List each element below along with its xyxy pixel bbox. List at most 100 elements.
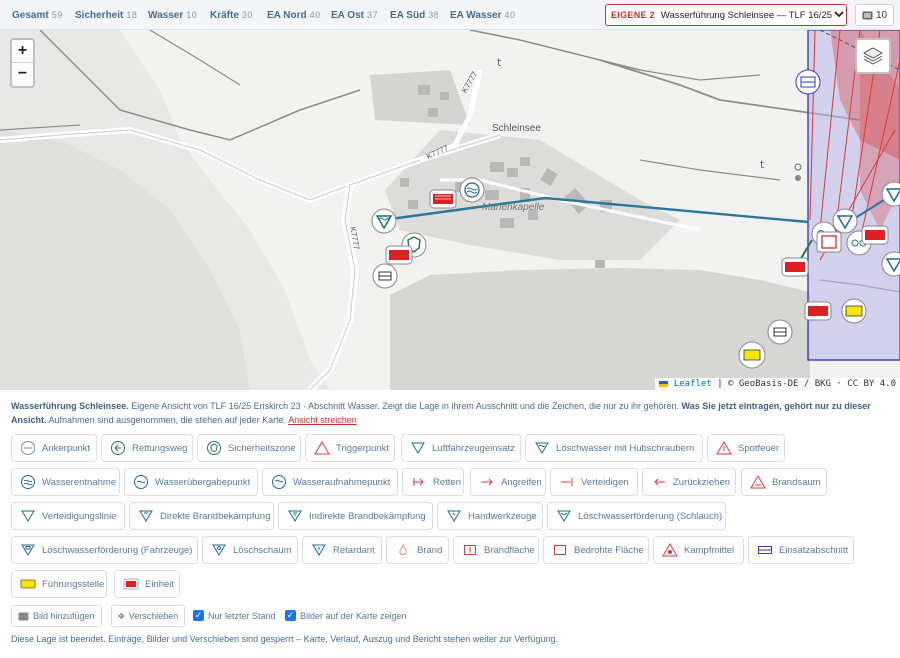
aircraft-icon (411, 442, 425, 454)
tab-ea-ost[interactable]: EA Ost 37 (331, 0, 378, 30)
command-post-icon[interactable] (840, 298, 868, 324)
symbol-button-retardant[interactable]: Retardant (302, 536, 382, 564)
unit-icon[interactable] (803, 299, 833, 323)
spot-fire-icon (716, 441, 732, 455)
sector-icon (758, 546, 772, 554)
last-state-checkbox[interactable]: ✓ Nur letzter Stand (193, 610, 276, 621)
symbol-label: Löschwasser mit Hubschraubern (556, 442, 695, 454)
safety-zone-icon (207, 441, 221, 455)
unit-icon[interactable] (428, 187, 458, 211)
tab-count: 40 (504, 10, 516, 20)
zoom-out-button[interactable]: − (12, 63, 33, 86)
leaflet-link[interactable]: Leaflet (674, 379, 712, 389)
symbol-button-defend-arrow[interactable]: Verteidigen (550, 468, 638, 496)
zoom-in-button[interactable]: + (12, 40, 33, 63)
symbol-button-water-transfer[interactable]: Wasserübergabepunkt (124, 468, 258, 496)
symbol-button-water-pickup[interactable]: Wasseraufnahmepunkt (262, 468, 398, 496)
image-count: 10 (875, 9, 888, 21)
unit-icon[interactable] (860, 223, 890, 247)
symbol-label: Direkte Brandbekämpfung (160, 510, 271, 522)
symbol-button-trigger-point[interactable]: Triggerpunkt (305, 434, 395, 462)
symbol-button-fire-area[interactable]: Brandfläche (453, 536, 539, 564)
helicopter-water-icon[interactable] (370, 207, 398, 235)
layers-button[interactable] (855, 38, 891, 74)
tab-ea-wasser[interactable]: EA Wasser 40 (450, 0, 516, 30)
fire-area-icon[interactable] (815, 230, 843, 254)
tab-label: EA Ost (331, 10, 364, 21)
sector-icon[interactable] (371, 262, 399, 290)
symbol-label: Verteidigen (581, 476, 629, 488)
tab-sicherheit[interactable]: Sicherheit 18 (75, 0, 137, 30)
delete-view-link[interactable]: Ansicht streichen (288, 415, 357, 425)
helicopter-water-icon (535, 442, 549, 454)
show-images-checkbox[interactable]: ✓ Bilder auf der Karte zeigen (285, 610, 407, 621)
sector-icon[interactable] (766, 318, 794, 346)
symbol-button-rescue-route[interactable]: Rettungsweg (101, 434, 193, 462)
symbol-button-hand-tools[interactable]: Handwerkzeuge (437, 502, 543, 530)
symbol-button-threatened-area[interactable]: Bedrohte Fläche (543, 536, 649, 564)
tab-count: 37 (366, 10, 378, 20)
checkbox-checked-icon[interactable]: ✓ (193, 610, 204, 621)
retardant-icon (312, 544, 326, 556)
checkbox-checked-icon[interactable]: ✓ (285, 610, 296, 621)
symbol-button-command-post[interactable]: Führungsstelle (11, 570, 107, 598)
add-image-button[interactable]: Bild hinzufügen (11, 605, 102, 627)
symbol-button-foam[interactable]: Löschschaum (202, 536, 298, 564)
tab-label: EA Nord (267, 10, 307, 21)
symbol-button-vehicle-supply[interactable]: Löschwasserförderung (Fahrzeuge) (11, 536, 198, 564)
symbol-label: Retten (433, 476, 461, 488)
symbol-button-unit[interactable]: Einheit (114, 570, 180, 598)
direct-attack-icon (139, 510, 153, 522)
chevron-down-icon (832, 10, 846, 21)
symbol-button-fire[interactable]: Brand (386, 536, 449, 564)
symbol-label: Sicherheitszone (228, 442, 296, 454)
sector-icon[interactable] (794, 68, 822, 96)
symbol-button-hose-supply[interactable]: Löschwasserförderung (Schlauch) (547, 502, 726, 530)
show-images-label: Bilder auf der Karte zeigen (300, 610, 407, 621)
symbol-label: Löschwasserförderung (Fahrzeuge) (42, 544, 193, 556)
symbol-button-aircraft[interactable]: Luftfahrzeugeinsatz (401, 434, 521, 462)
map[interactable]: t t Schleinsee Marienkapelle K7777 K7777… (0, 30, 900, 390)
tab-gesamt[interactable]: Gesamt 59 (12, 0, 63, 30)
command-post-icon[interactable] (737, 340, 767, 370)
tab-count: 18 (126, 10, 138, 20)
symbol-button-ordnance[interactable]: Kampfmittel (653, 536, 744, 564)
symbol-button-helicopter-water[interactable]: Löschwasser mit Hubschraubern (525, 434, 703, 462)
images-button[interactable]: 10 (855, 4, 894, 26)
own-view-badge: EIGENE 2 (611, 10, 655, 20)
defend-arrow-icon (561, 478, 573, 486)
description-text: Eigene Ansicht von TLF 16/25 Eriskirch 2… (131, 401, 680, 411)
tab-ea-sued[interactable]: EA Süd 38 (390, 0, 439, 30)
tab-kraefte[interactable]: Kräfte 30 (210, 0, 253, 30)
symbol-button-safety-zone[interactable]: Sicherheitszone (197, 434, 301, 462)
symbol-button-attack-arrow[interactable]: Angreifen (470, 468, 546, 496)
tab-wasser[interactable]: Wasser 10 (148, 0, 197, 30)
closed-notice: Diese Lage ist beendet. Einträge, Bilder… (11, 634, 558, 644)
symbol-button-fire-edge[interactable]: Brandsaum (741, 468, 827, 496)
symbol-button-retreat-arrow[interactable]: Zurückziehen (642, 468, 736, 496)
water-intake-icon[interactable] (458, 176, 486, 204)
symbol-label: Bedrohte Fläche (574, 544, 644, 556)
unit-icon[interactable] (780, 255, 810, 279)
tab-label: EA Wasser (450, 10, 502, 21)
symbol-button-water-intake[interactable]: Wasserentnahme (11, 468, 120, 496)
helicopter-water-icon[interactable] (880, 180, 900, 208)
symbol-button-spot-fire[interactable]: Spotfeuer (707, 434, 785, 462)
symbol-button-rescue-arrow[interactable]: Retten (402, 468, 464, 496)
symbol-button-anchor-point[interactable]: Ankerpunkt (11, 434, 97, 462)
defense-line-icon (21, 510, 35, 522)
move-button[interactable]: ✥ Verschieben (111, 605, 186, 627)
tab-label: EA Süd (390, 10, 426, 21)
view-description: Wasserführung Schleinsee. Eigene Ansicht… (11, 400, 891, 427)
symbol-label: Führungsstelle (42, 578, 105, 590)
tab-label: Kräfte (210, 10, 239, 21)
symbol-button-direct-attack[interactable]: Direkte Brandbekämpfung (129, 502, 274, 530)
symbol-button-defense-line[interactable]: Verteidigungslinie (11, 502, 125, 530)
move-icon: ✥ (118, 611, 125, 621)
symbol-button-sector[interactable]: Einsatzabschnitt (748, 536, 854, 564)
view-select[interactable]: EIGENE 2 Wasserführung Schleinsee — TLF … (605, 4, 847, 26)
tab-ea-nord[interactable]: EA Nord 40 (267, 0, 321, 30)
helicopter-water-icon[interactable] (880, 250, 900, 278)
symbol-button-indirect-attack[interactable]: Indirekte Brandbekämpfung (278, 502, 433, 530)
symbol-label: Angreifen (501, 476, 542, 488)
